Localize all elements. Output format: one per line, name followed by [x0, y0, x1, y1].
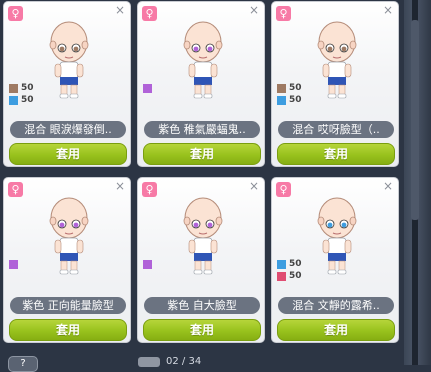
face-card[interactable]: ♀ × 紫色 自大臉型套用 — [137, 177, 265, 343]
color-swatch — [277, 259, 286, 269]
swatch-row: 50 — [277, 94, 302, 106]
color-swatches — [143, 82, 155, 94]
swatch-row: 50 — [9, 94, 34, 106]
color-swatch — [143, 259, 152, 269]
scrollbar[interactable] — [404, 0, 431, 365]
swatch-ratio: 50 — [289, 95, 302, 105]
face-name-label: 混合 哎呀臉型（.. — [278, 121, 394, 138]
color-swatch — [9, 259, 18, 269]
color-swatch — [277, 95, 286, 105]
face-card[interactable]: ♀ × 50 50 混合 文靜的露希.. 套用 — [271, 177, 399, 343]
color-swatch — [143, 83, 152, 93]
avatar-preview — [312, 14, 362, 106]
swatch-row: 50 — [277, 258, 302, 270]
face-name-label: 紫色 稚氣嚴蝠鬼.. — [144, 121, 260, 138]
color-swatches — [9, 258, 21, 270]
apply-button[interactable]: 套用 — [143, 319, 261, 341]
swatch-ratio: 50 — [289, 271, 302, 281]
apply-button[interactable]: 套用 — [277, 143, 395, 165]
female-gender-icon: ♀ — [142, 182, 157, 197]
face-card[interactable]: ♀ × 50 50 混合 眼淚爆發倒.. 套用 — [3, 1, 131, 167]
swatch-ratio: 50 — [21, 83, 34, 93]
female-gender-icon: ♀ — [142, 6, 157, 21]
face-name-label: 混合 文靜的露希.. — [278, 297, 394, 314]
close-icon[interactable]: × — [248, 180, 260, 192]
color-swatches: 50 50 — [277, 82, 302, 106]
close-icon[interactable]: × — [382, 180, 394, 192]
color-swatch — [277, 83, 286, 93]
avatar-preview — [44, 190, 94, 282]
color-swatch — [9, 95, 18, 105]
face-name-label: 紫色 正向能量臉型 — [10, 297, 126, 314]
close-icon[interactable]: × — [248, 4, 260, 16]
scrollbar-thumb[interactable] — [411, 20, 419, 220]
prev-page-icon[interactable] — [138, 357, 160, 367]
color-swatches: 50 50 — [9, 82, 34, 106]
swatch-ratio: 50 — [21, 95, 34, 105]
avatar-preview — [44, 14, 94, 106]
apply-button[interactable]: 套用 — [9, 319, 127, 341]
page-indicator: 02 / 34 — [166, 356, 202, 367]
female-gender-icon: ♀ — [276, 182, 291, 197]
swatch-row — [9, 258, 21, 270]
close-icon[interactable]: × — [114, 4, 126, 16]
close-icon[interactable]: × — [382, 4, 394, 16]
avatar-preview — [178, 190, 228, 282]
swatch-row — [143, 258, 155, 270]
apply-button[interactable]: 套用 — [143, 143, 261, 165]
color-swatches: 50 50 — [277, 258, 302, 282]
avatar-preview — [178, 14, 228, 106]
face-name-label: 紫色 自大臉型 — [144, 297, 260, 314]
color-swatches — [143, 258, 155, 270]
color-swatch — [277, 271, 286, 281]
swatch-row — [143, 82, 155, 94]
face-card[interactable]: ♀ × 紫色 正向能量臉型套用 — [3, 177, 131, 343]
pagination: 02 / 34 — [138, 357, 201, 367]
help-button[interactable]: ? — [8, 356, 38, 372]
close-icon[interactable]: × — [114, 180, 126, 192]
swatch-row: 50 — [277, 82, 302, 94]
face-card[interactable]: ♀ × 50 50 混合 哎呀臉型（.. 套用 — [271, 1, 399, 167]
face-name-label: 混合 眼淚爆發倒.. — [10, 121, 126, 138]
swatch-row: 50 — [9, 82, 34, 94]
female-gender-icon: ♀ — [276, 6, 291, 21]
apply-button[interactable]: 套用 — [9, 143, 127, 165]
apply-button[interactable]: 套用 — [277, 319, 395, 341]
female-gender-icon: ♀ — [8, 6, 23, 21]
avatar-preview — [312, 190, 362, 282]
female-gender-icon: ♀ — [8, 182, 23, 197]
color-swatch — [9, 83, 18, 93]
swatch-row: 50 — [277, 270, 302, 282]
swatch-ratio: 50 — [289, 259, 302, 269]
swatch-ratio: 50 — [289, 83, 302, 93]
face-card[interactable]: ♀ × 紫色 稚氣嚴蝠鬼.. 套用 — [137, 1, 265, 167]
